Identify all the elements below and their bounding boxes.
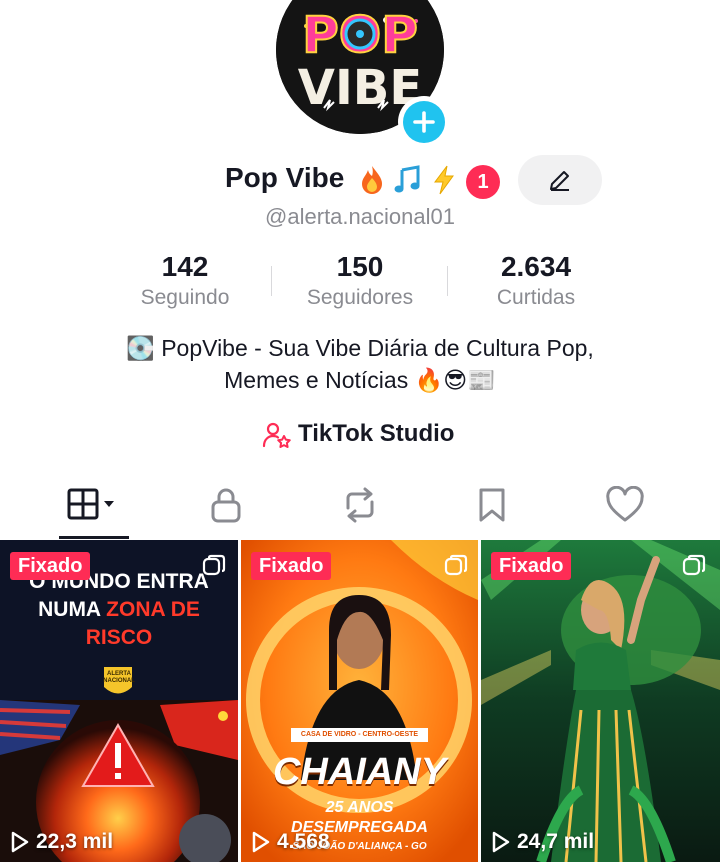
tiktok-studio-label: TikTok Studio <box>298 420 455 447</box>
lightning-emoji-icon <box>428 164 462 198</box>
video-tag: CASA DE VIDRO - CENTRO-OESTE <box>300 731 419 738</box>
video-thumbnail[interactable]: CASA DE VIDRO - CENTRO-OESTE CHAIANY 25 … <box>241 540 478 862</box>
video-views-count: 4.568 <box>277 830 330 853</box>
video-thumbnail-image <box>481 540 720 862</box>
video-views: 4.568 <box>251 830 330 854</box>
stat-followers-value: 150 <box>336 251 384 282</box>
add-avatar-button[interactable] <box>398 96 450 148</box>
music-note-emoji-icon <box>392 164 426 198</box>
video-thumbnail[interactable]: O MUNDO ENTRA NUMA ZONA DE RISCO ALERTA … <box>0 540 238 862</box>
stat-likes-value: 2.634 <box>500 251 572 282</box>
heart-icon <box>606 486 644 522</box>
active-tab-indicator <box>59 536 129 539</box>
pencil-icon <box>550 171 569 191</box>
lock-icon <box>211 488 241 523</box>
video-caption-line-3: RISCO <box>85 626 153 649</box>
multi-image-icon <box>682 554 706 576</box>
video-thumbnail[interactable]: Fixado 24,7 mil <box>481 540 720 862</box>
video-title: CHAIANY <box>272 751 447 793</box>
stat-following-value: 142 <box>161 251 209 282</box>
tab-liked[interactable] <box>553 470 697 540</box>
profile-bio: 💽 PopVibe - Sua Vibe Diária de Cultura P… <box>0 332 720 396</box>
profile-stats: 142 Seguindo 150 Seguidores 2.634 Curtid… <box>0 250 720 320</box>
user-star-icon <box>262 422 291 448</box>
tab-saved[interactable] <box>420 470 564 540</box>
pinned-badge: Fixado <box>491 552 572 580</box>
play-icon <box>492 831 510 853</box>
tab-reposts[interactable] <box>288 470 432 540</box>
play-icon <box>252 831 270 853</box>
video-views: 24,7 mil <box>491 830 594 854</box>
pinned-badge: Fixado <box>10 552 91 580</box>
edit-profile-button[interactable] <box>518 155 602 205</box>
stat-likes-label: Curtidas <box>496 286 576 309</box>
bio-line-2: Memes e Notícias 🔥😎📰 <box>224 367 496 393</box>
grid-icon <box>67 488 114 520</box>
profile-name: Pop Vibe <box>225 162 345 193</box>
stat-followers[interactable]: 150 Seguidores <box>270 250 450 312</box>
video-subtitle-age: 25 ANOS <box>325 799 394 816</box>
multi-image-icon <box>202 554 226 576</box>
video-grid: O MUNDO ENTRA NUMA ZONA DE RISCO ALERTA … <box>0 540 720 862</box>
multi-image-icon <box>444 554 468 576</box>
stat-followers-label: Seguidores <box>306 286 414 309</box>
repost-icon <box>346 487 374 523</box>
video-views: 22,3 mil <box>10 830 113 854</box>
plus-icon <box>413 111 435 133</box>
stat-following[interactable]: 142 Seguindo <box>95 250 275 312</box>
profile-username: @alerta.nacional01 <box>265 204 455 229</box>
fire-emoji-icon <box>356 164 390 198</box>
profile-name-row: Pop Vibe <box>0 158 720 204</box>
tiktok-studio-link[interactable]: TikTok Studio <box>0 418 720 450</box>
tab-private[interactable] <box>154 470 298 540</box>
notification-badge[interactable]: 1 <box>466 165 500 199</box>
bookmark-icon <box>479 488 505 522</box>
stat-likes[interactable]: 2.634 Curtidas <box>446 250 626 312</box>
tab-videos[interactable] <box>22 470 166 540</box>
video-caption: O MUNDO ENTRA NUMA ZONA DE RISCO <box>0 568 238 652</box>
pinned-badge: Fixado <box>251 552 332 580</box>
alerta-badge: ALERTA NACIONAL <box>103 671 135 684</box>
video-caption-line-2a: NUMA <box>38 598 107 621</box>
video-caption-line-2b: ZONA DE <box>106 598 200 621</box>
play-icon <box>11 831 29 853</box>
profile-avatar-container[interactable]: POP VIBE <box>276 0 450 148</box>
stat-following-label: Seguindo <box>140 286 230 309</box>
profile-tabs <box>0 470 720 540</box>
video-views-count: 24,7 mil <box>517 830 595 853</box>
bio-line-1: 💽 PopVibe - Sua Vibe Diária de Cultura P… <box>126 335 594 361</box>
video-views-count: 22,3 mil <box>36 830 114 853</box>
